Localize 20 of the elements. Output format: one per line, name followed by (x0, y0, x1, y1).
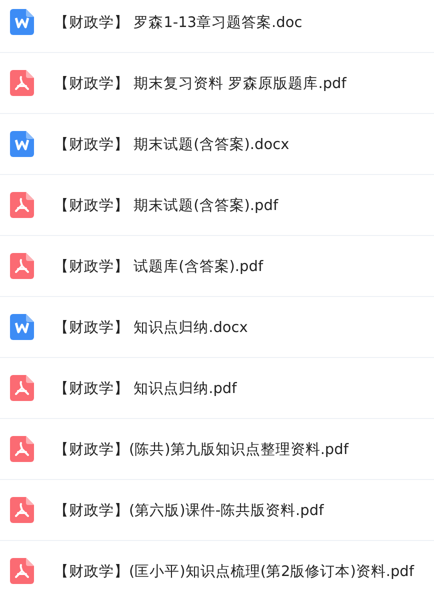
word-document-icon (10, 131, 34, 157)
file-item[interactable]: 【财政学】 试题库(含答案).pdf (0, 236, 434, 297)
pdf-document-icon (10, 70, 34, 96)
file-item[interactable]: 【财政学】 期末试题(含答案).docx (0, 114, 434, 175)
pdf-document-icon (10, 375, 34, 401)
file-item[interactable]: 【财政学】(第六版)课件-陈共版资料.pdf (0, 480, 434, 541)
file-item[interactable]: 【财政学】 期末试题(含答案).pdf (0, 175, 434, 236)
file-item[interactable]: 【财政学】 期末复习资料 罗森原版题库.pdf (0, 53, 434, 114)
file-item[interactable]: 【财政学】 知识点归纳.docx (0, 297, 434, 358)
file-item[interactable]: 【财政学】(陈共)第九版知识点整理资料.pdf (0, 419, 434, 480)
word-document-icon (10, 314, 34, 340)
pdf-document-icon (10, 497, 34, 523)
pdf-document-icon (10, 192, 34, 218)
word-document-icon (10, 9, 34, 35)
pdf-document-icon (10, 558, 34, 584)
file-item[interactable]: 【财政学】 罗森1-13章习题答案.doc (0, 0, 434, 53)
pdf-document-icon (10, 253, 34, 279)
file-item[interactable]: 【财政学】(匡小平)知识点梳理(第2版修订本)资料.pdf (0, 541, 434, 593)
file-item[interactable]: 【财政学】 知识点归纳.pdf (0, 358, 434, 419)
pdf-document-icon (10, 436, 34, 462)
